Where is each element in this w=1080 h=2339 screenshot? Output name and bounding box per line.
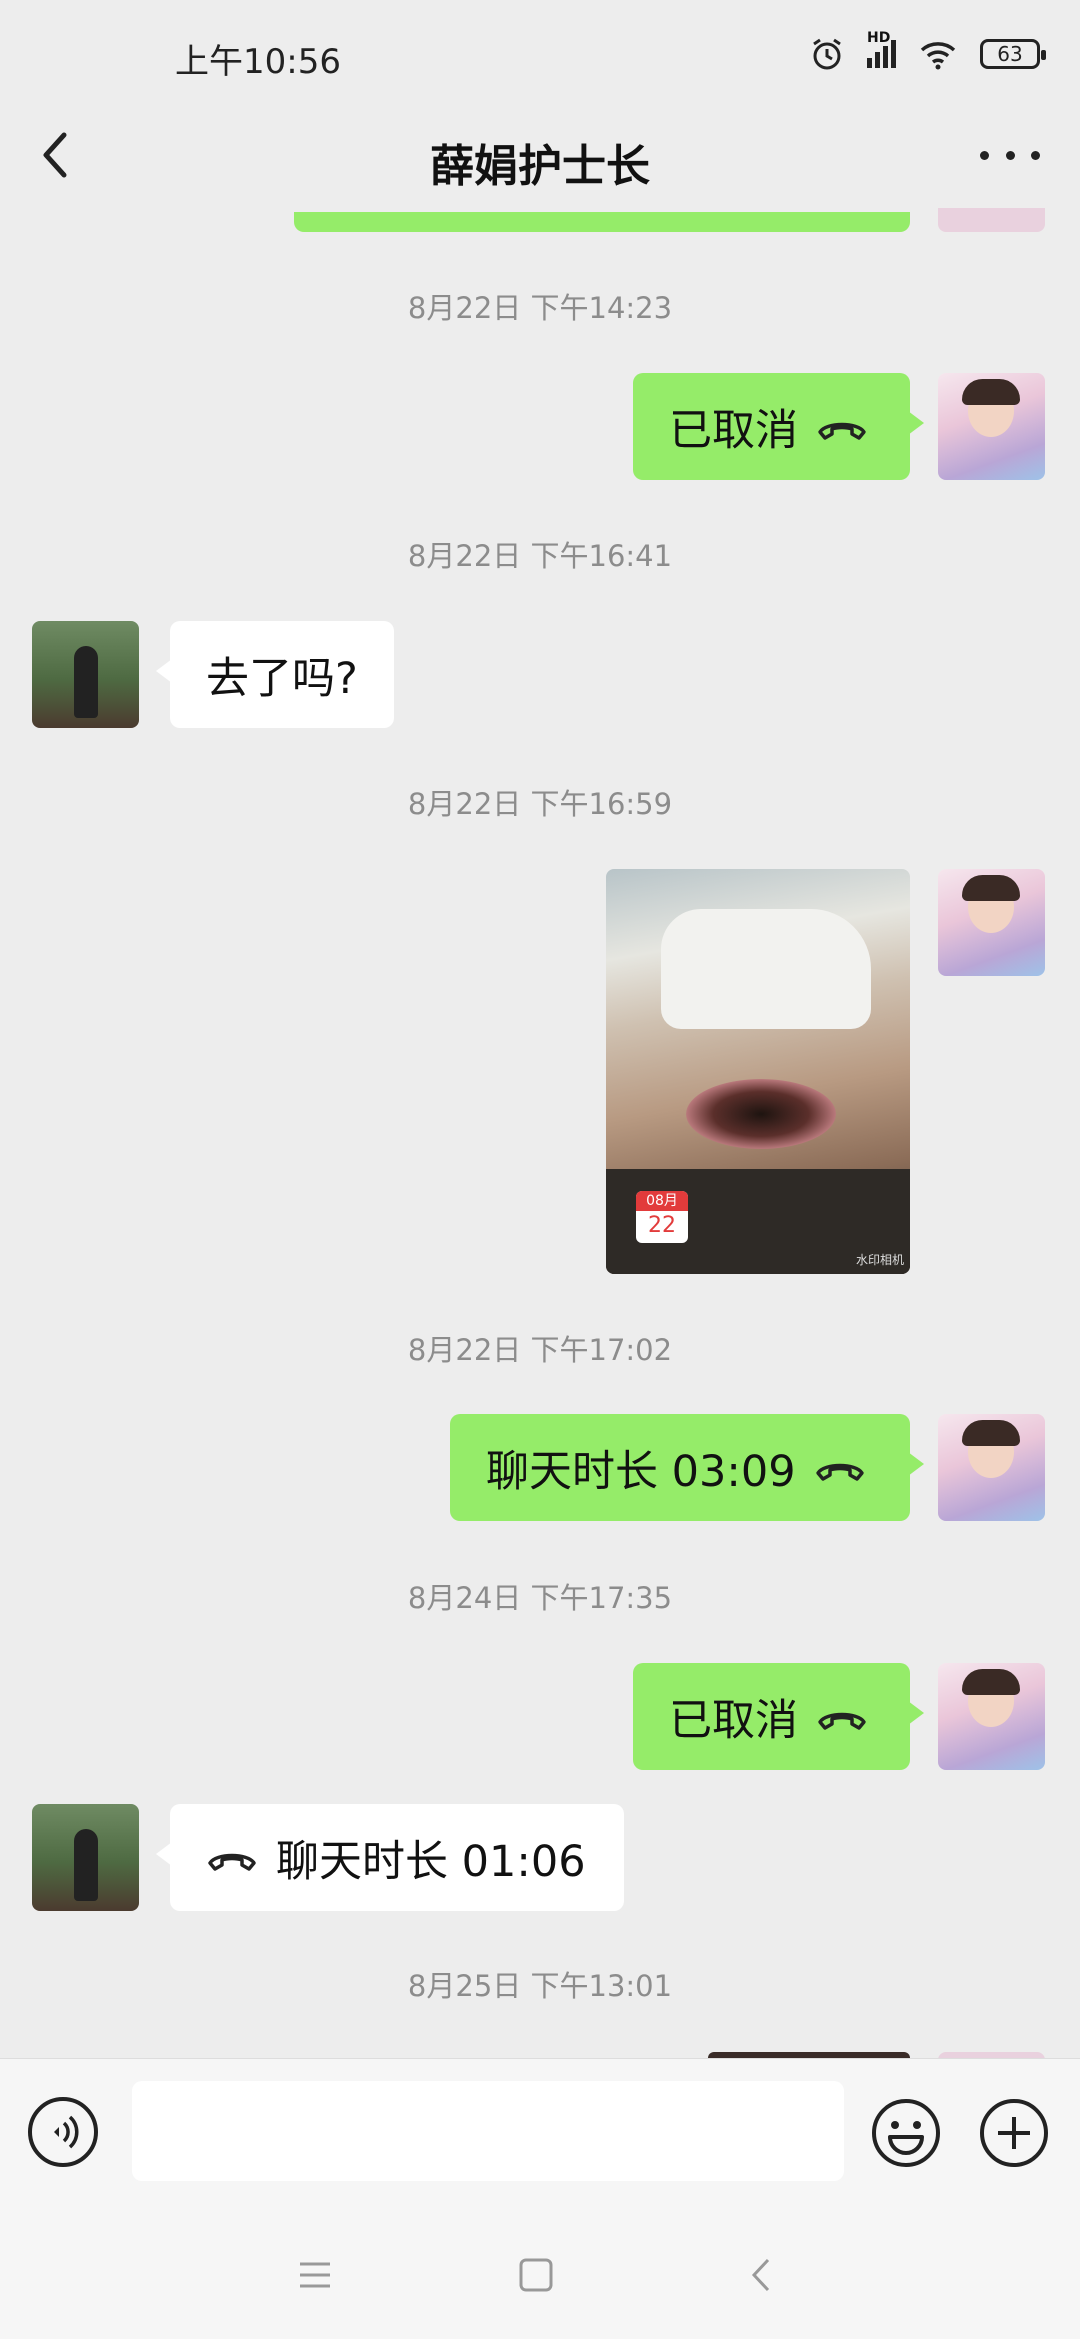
message-input[interactable] (132, 2081, 844, 2181)
timestamp: 8月22日 下午16:41 (407, 539, 673, 573)
call-text: 已取消 (669, 1695, 798, 1746)
call-message-bubble[interactable]: 聊天时长 03:09 (450, 1414, 924, 1521)
image-message[interactable]: 08月 22 水印相机 (606, 869, 910, 1274)
phone-hangup-icon (818, 1712, 866, 1730)
emoji-icon[interactable] (870, 2097, 942, 2169)
phone-hangup-icon (208, 1853, 256, 1871)
back-icon[interactable] (738, 2250, 788, 2300)
timestamp: 8月25日 下午13:01 (407, 1969, 673, 2003)
input-bar (0, 2058, 1080, 2209)
call-text: 聊天时长 03:09 (486, 1446, 796, 1497)
battery-level: 63 (997, 42, 1023, 66)
system-nav-bar (0, 2208, 1080, 2339)
photo-content (661, 909, 871, 1029)
signal-icon: HD (867, 30, 896, 68)
timestamp: 8月24日 下午17:35 (407, 1581, 673, 1615)
chat-title: 薛娟护士长 (430, 141, 650, 192)
alarm-icon (813, 38, 841, 70)
timestamp: 8月22日 下午16:59 (407, 787, 673, 821)
avatar[interactable] (938, 1663, 1045, 1770)
watermark-label: 水印相机 (855, 1253, 904, 1267)
status-icons: HD 63 (809, 30, 1046, 72)
text-message-bubble[interactable]: 去了吗? (156, 621, 394, 728)
network-label: HD (867, 30, 891, 46)
status-time: 上午10:56 (175, 42, 341, 82)
call-message-bubble[interactable]: 聊天时长 01:06 (156, 1804, 624, 1911)
phone-hangup-icon (818, 422, 866, 440)
message-text: 去了吗? (206, 653, 358, 704)
battery-icon: 63 (980, 39, 1046, 69)
call-text: 聊天时长 01:06 (276, 1836, 586, 1887)
call-text: 已取消 (669, 405, 798, 456)
avatar[interactable] (938, 869, 1045, 976)
more-icon[interactable] (980, 145, 1040, 165)
call-message-bubble[interactable]: 已取消 (633, 373, 924, 480)
wifi-icon (920, 42, 956, 70)
avatar[interactable] (32, 1804, 139, 1911)
avatar[interactable] (938, 208, 1045, 232)
voice-icon[interactable] (28, 2097, 98, 2167)
plus-icon[interactable] (978, 2097, 1050, 2169)
avatar[interactable] (938, 1414, 1045, 1521)
call-message-bubble[interactable]: 已取消 (633, 1663, 924, 1770)
phone-hangup-icon (815, 1463, 864, 1481)
home-icon[interactable] (511, 2250, 561, 2300)
menu-icon[interactable] (290, 2250, 340, 2300)
calendar-icon: 08月 22 (636, 1191, 688, 1243)
avatar[interactable] (32, 621, 139, 728)
avatar[interactable] (938, 373, 1045, 480)
timestamp: 8月22日 下午17:02 (407, 1333, 673, 1367)
timestamp: 8月22日 下午14:23 (407, 291, 673, 325)
partial-message-bubble[interactable] (294, 212, 910, 232)
